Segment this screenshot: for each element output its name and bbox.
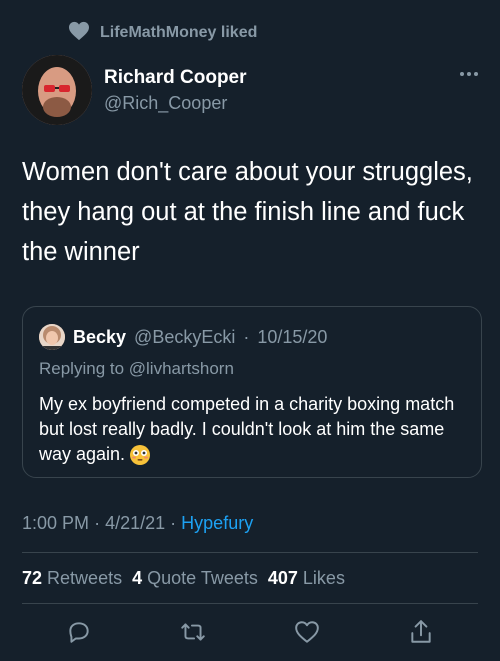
timestamp-separator: ·: [94, 513, 101, 533]
quoted-text: My ex boyfriend competed in a charity bo…: [39, 394, 455, 464]
reply-icon[interactable]: [64, 617, 94, 647]
social-context: LifeMathMoney liked: [68, 21, 257, 46]
quoted-tweet-header: Becky @BeckyEcki · 10/15/20: [39, 324, 327, 350]
source-separator: ·: [170, 513, 177, 533]
flushed-emoji: [129, 444, 151, 466]
quoted-replying-to: Replying to @livhartshorn: [39, 359, 234, 378]
retweets-stat[interactable]: 72 Retweets: [22, 568, 122, 589]
quoted-date: 10/15/20: [257, 326, 328, 347]
quoted-avatar: [39, 324, 65, 350]
action-bar: [22, 617, 478, 647]
author-handle[interactable]: @Rich_Cooper: [104, 93, 247, 114]
quoted-name: Becky: [73, 326, 127, 347]
author-avatar[interactable]: [22, 55, 92, 125]
author-info[interactable]: Richard Cooper @Rich_Cooper: [104, 67, 247, 114]
liker-name[interactable]: LifeMathMoney: [100, 24, 216, 41]
tweet-time: 1:00 PM: [22, 513, 90, 533]
quoted-text-wrap: My ex boyfriend competed in a charity bo…: [39, 392, 464, 467]
quotes-stat[interactable]: 4 Quote Tweets: [132, 568, 258, 589]
quoted-separator: ·: [243, 326, 250, 347]
likes-count: 407: [267, 568, 298, 588]
share-icon[interactable]: [406, 617, 436, 647]
tweet-date: 4/21/21: [105, 513, 166, 533]
quoted-handle: @BeckyEcki: [134, 326, 236, 347]
retweet-icon[interactable]: [178, 617, 208, 647]
social-action: liked: [220, 24, 258, 41]
quoted-tweet[interactable]: Becky @BeckyEcki · 10/15/20 Replying to …: [22, 306, 482, 478]
tweet-source-link[interactable]: Hypefury: [181, 513, 253, 533]
quotes-count: 4: [132, 568, 143, 588]
heart-icon: [68, 21, 90, 46]
likes-label: Likes: [302, 568, 345, 588]
tweet-stats: 72 Retweets 4 Quote Tweets 407 Likes: [22, 568, 345, 589]
like-icon[interactable]: [292, 617, 322, 647]
tweet-timestamp: 1:00 PM · 4/21/21 · Hypefury: [22, 513, 253, 534]
retweets-count: 72: [22, 568, 43, 588]
social-context-text[interactable]: LifeMathMoney liked: [100, 24, 257, 42]
author-name[interactable]: Richard Cooper: [104, 67, 247, 89]
retweets-label: Retweets: [47, 568, 123, 588]
divider-top: [22, 552, 478, 553]
quotes-label: Quote Tweets: [147, 568, 258, 588]
likes-stat[interactable]: 407 Likes: [268, 568, 345, 589]
more-icon[interactable]: [460, 72, 478, 76]
divider-bottom: [22, 603, 478, 604]
tweet-text: Women don't care about your struggles, t…: [22, 158, 473, 266]
